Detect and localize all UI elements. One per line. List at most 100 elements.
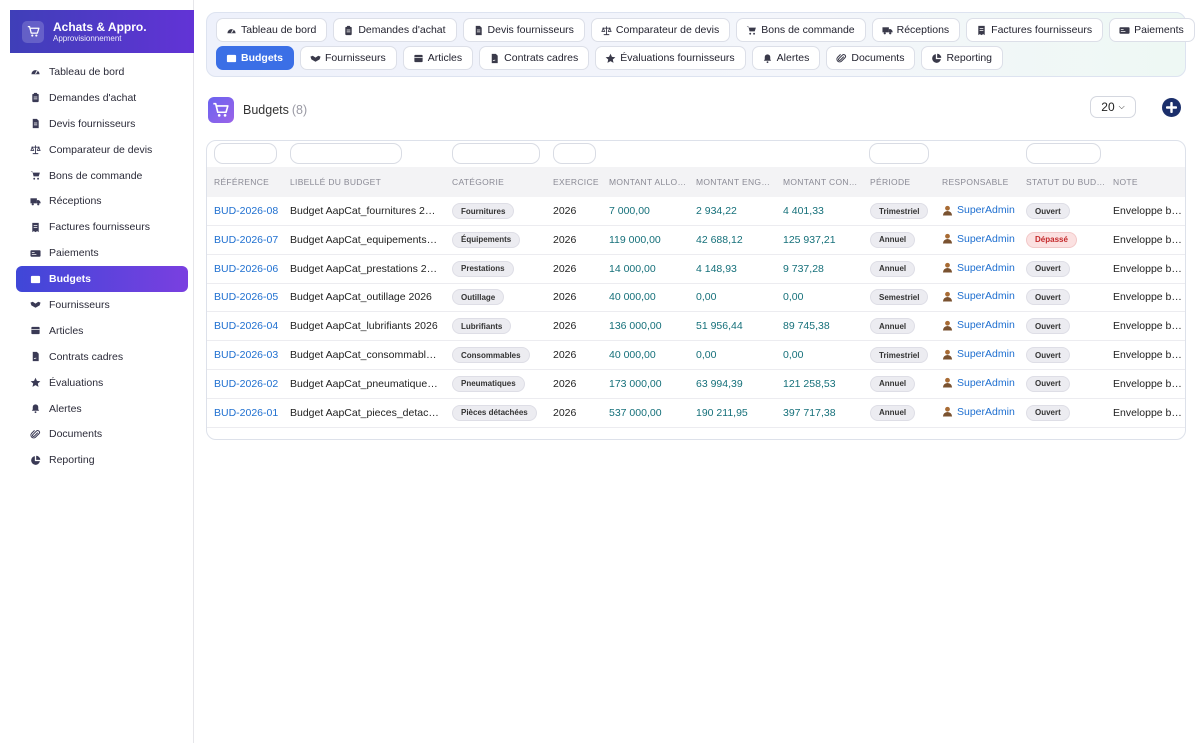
tab-row-secondary: Budgets Fournisseurs Articles Contrats cadr… [216, 46, 1185, 72]
tab-demandes-d-achat[interactable]: Demandes d'achat [333, 18, 457, 42]
fiscal-year: 2026 [553, 320, 577, 333]
tab-articles[interactable]: Articles [402, 46, 474, 70]
status-badge: Ouvert [1026, 375, 1070, 392]
scale-icon [30, 144, 41, 155]
column-header-montant-alloue[interactable]: MONTANT ALLOUÉ [609, 177, 687, 187]
table-row[interactable]: BUD-2026-03 Budget AapCat_consommables 20… [207, 341, 1185, 370]
tab-evaluations-fournisseurs[interactable]: Évaluations fournisseurs [595, 46, 746, 70]
owner-name: SuperAdmin [957, 405, 1015, 418]
budget-reference-link[interactable]: BUD-2026-03 [214, 349, 282, 361]
sidebar-item-budgets[interactable]: Budgets [16, 266, 188, 293]
tab-budgets[interactable]: Budgets [216, 46, 294, 70]
owner-link[interactable]: SuperAdmin [942, 204, 1015, 216]
tab-label: Demandes d'achat [358, 24, 446, 36]
contract-icon [30, 351, 41, 362]
sidebar-item-evaluations[interactable]: Évaluations [16, 370, 188, 396]
sidebar-item-devis-fournisseurs[interactable]: Devis fournisseurs [16, 111, 188, 137]
table-row[interactable]: BUD-2026-04 Budget AapCat_lubrifiants 202… [207, 312, 1185, 342]
owner-link[interactable]: SuperAdmin [942, 406, 1015, 418]
tab-bons-de-commande[interactable]: Bons de commande [736, 18, 866, 42]
column-header-note[interactable]: NOTE [1113, 177, 1185, 187]
fiscal-year: 2026 [553, 377, 577, 390]
filter-label-input[interactable] [290, 143, 402, 164]
column-header-periode[interactable]: PÉRIODE [870, 177, 934, 187]
column-header-montant-consomme[interactable]: MONTANT CONSOMMÉ [783, 177, 861, 187]
budget-reference-link[interactable]: BUD-2026-04 [214, 320, 282, 332]
sidebar-item-documents[interactable]: Documents [16, 421, 188, 447]
tab-tableau-de-bord[interactable]: Tableau de bord [216, 18, 328, 42]
sidebar-item-demandes-d-achat[interactable]: Demandes d'achat [16, 85, 188, 111]
sidebar-item-receptions[interactable]: Réceptions [16, 188, 188, 214]
column-header-statut-du-budget[interactable]: STATUT DU BUDGET [1026, 177, 1106, 187]
table-row[interactable]: BUD-2026-05 Budget AapCat_outillage 2026 O… [207, 283, 1185, 313]
amount-consumed: 0,00 [783, 291, 804, 304]
tab-factures-fournisseurs[interactable]: Factures fournisseurs [966, 18, 1104, 42]
sidebar-item-tableau-de-bord[interactable]: Tableau de bord [16, 59, 188, 85]
status-badge: Ouvert [1026, 289, 1070, 306]
table-row[interactable]: BUD-2026-07 Budget AapCat_equipements 202… [207, 226, 1185, 255]
sidebar-item-paiements[interactable]: Paiements [16, 240, 188, 266]
sidebar-item-contrats-cadres[interactable]: Contrats cadres [16, 344, 188, 370]
tab-documents[interactable]: Documents [826, 46, 916, 70]
sidebar-item-alertes[interactable]: Alertes [16, 396, 188, 422]
table-row[interactable]: BUD-2026-01 Budget AapCat_pieces_detachee… [207, 399, 1185, 428]
wallet-icon [30, 274, 41, 285]
budget-reference-link[interactable]: BUD-2026-06 [214, 263, 282, 275]
sidebar-item-factures-fournisseurs[interactable]: Factures fournisseurs [16, 214, 188, 240]
filter-reference-input[interactable] [214, 143, 277, 164]
tab-reporting[interactable]: Reporting [921, 46, 1003, 70]
owner-name: SuperAdmin [957, 376, 1015, 389]
tab-contrats-cadres[interactable]: Contrats cadres [479, 46, 590, 70]
brand-header[interactable]: Achats & Appro. Approvisionnement [10, 10, 194, 53]
tab-paiements[interactable]: Paiements [1109, 18, 1195, 42]
budget-reference-link[interactable]: BUD-2026-08 [214, 205, 282, 217]
tab-devis-fournisseurs[interactable]: Devis fournisseurs [462, 18, 585, 42]
filter-status-input[interactable] [1026, 143, 1101, 164]
column-header-categorie[interactable]: CATÉGORIE [452, 177, 544, 187]
sidebar-item-fournisseurs[interactable]: Fournisseurs [16, 292, 188, 318]
handshake-icon [30, 299, 41, 310]
sidebar-item-reporting[interactable]: Reporting [16, 447, 188, 473]
column-header-exercice[interactable]: EXERCICE [553, 177, 601, 187]
column-header-montant-engage[interactable]: MONTANT ENGAGÉ [696, 177, 774, 187]
column-header-responsable[interactable]: RESPONSABLE [942, 177, 1020, 187]
table-row[interactable]: BUD-2026-08 Budget AapCat_fournitures 202… [207, 197, 1185, 226]
budget-note: Enveloppe budgétaire [1113, 205, 1185, 217]
budget-note: Enveloppe budgétaire [1113, 233, 1185, 246]
amount-committed: 51 956,44 [696, 320, 743, 333]
bell-icon [762, 53, 773, 64]
table-row[interactable]: BUD-2026-02 Budget AapCat_pneumatiques 20… [207, 370, 1185, 399]
fiscal-year: 2026 [553, 205, 577, 217]
owner-link[interactable]: SuperAdmin [942, 233, 1015, 245]
sidebar-item-comparateur-de-devis[interactable]: Comparateur de devis [16, 137, 188, 163]
add-budget-button[interactable] [1162, 98, 1181, 117]
tab-comparateur-de-devis[interactable]: Comparateur de devis [590, 18, 731, 42]
budget-reference-link[interactable]: BUD-2026-07 [214, 234, 282, 246]
star-icon [30, 377, 41, 388]
period-badge: Semestriel [870, 289, 929, 306]
filter-year-input[interactable] [553, 143, 596, 164]
tab-receptions[interactable]: Réceptions [871, 18, 961, 42]
owner-link[interactable]: SuperAdmin [942, 319, 1015, 331]
owner-link[interactable]: SuperAdmin [942, 290, 1015, 302]
filter-category-input[interactable] [452, 143, 540, 164]
budget-reference-link[interactable]: BUD-2026-01 [214, 407, 282, 419]
column-header-libelle-du-budget[interactable]: LIBELLÉ DU BUDGET [290, 177, 440, 187]
tab-fournisseurs[interactable]: Fournisseurs [300, 46, 397, 70]
table-row[interactable]: BUD-2026-06 Budget AapCat_prestations 202… [207, 255, 1185, 284]
page-size-select[interactable]: 20 ⌵ [1090, 96, 1136, 118]
owner-link[interactable]: SuperAdmin [942, 377, 1015, 389]
filter-period-input[interactable] [869, 143, 929, 164]
column-header-reference[interactable]: RÉFÉRENCE [214, 177, 282, 187]
owner-link[interactable]: SuperAdmin [942, 262, 1015, 274]
sidebar-item-articles[interactable]: Articles [16, 318, 188, 344]
owner-name: SuperAdmin [957, 261, 1015, 274]
budget-reference-link[interactable]: BUD-2026-02 [214, 378, 282, 390]
owner-link[interactable]: SuperAdmin [942, 348, 1015, 360]
budget-reference-link[interactable]: BUD-2026-05 [214, 291, 282, 303]
amount-allocated: 40 000,00 [609, 349, 656, 361]
period-badge: Trimestriel [870, 203, 929, 219]
tab-alertes[interactable]: Alertes [751, 46, 821, 70]
clipboard-icon [30, 92, 41, 103]
sidebar-item-bons-de-commande[interactable]: Bons de commande [16, 163, 188, 189]
